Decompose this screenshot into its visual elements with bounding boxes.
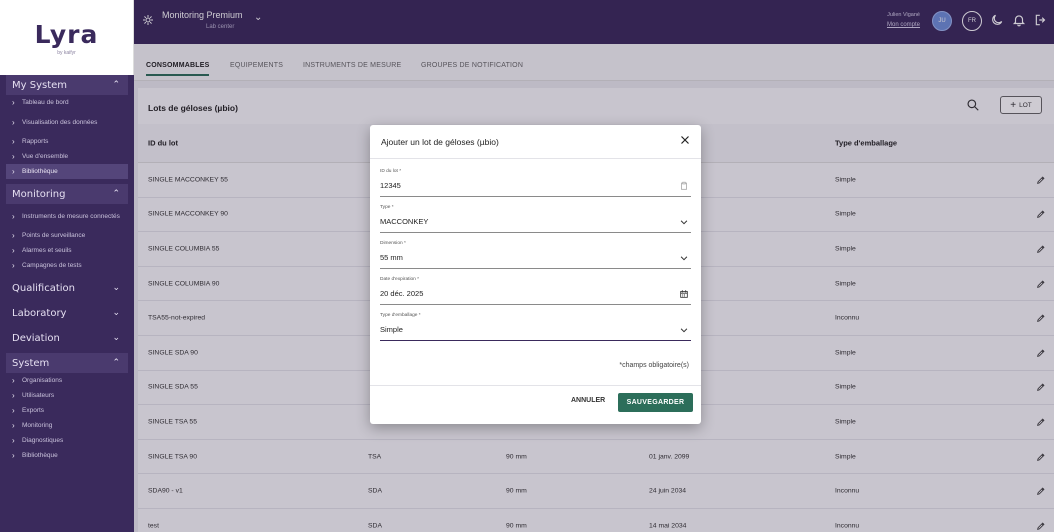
chevron-right-icon: › <box>12 98 15 107</box>
sidebar-item-label: Vue d'ensemble <box>22 153 69 160</box>
logo-subtitle: by kaifyr <box>57 49 76 56</box>
dialog-title: Ajouter un lot de géloses (µbio) <box>381 137 499 147</box>
chevron-right-icon: › <box>12 451 15 460</box>
add-lot-dialog: Ajouter un lot de géloses (µbio) ID du l… <box>370 125 701 424</box>
chevron-right-icon: › <box>12 406 15 415</box>
sidebar-section-3[interactable]: Laboratory ⌄ <box>6 303 128 323</box>
field-label: Type d'emballage * <box>380 313 421 318</box>
save-button[interactable]: SAUVEGARDER <box>618 393 693 412</box>
sidebar-item[interactable]: › Alarmes et seuils <box>6 243 128 258</box>
sidebar-section-label: Monitoring <box>12 188 66 200</box>
sidebar-section-label: My System <box>12 79 68 91</box>
field-label: Dimension * <box>380 241 406 246</box>
chevron-down-icon: ⌄ <box>112 333 120 343</box>
cancel-button[interactable]: ANNULER <box>571 397 605 404</box>
chevron-right-icon: › <box>12 376 15 385</box>
expiration-date-field[interactable]: Date d'expiration * 20 déc. 2025 <box>380 277 691 305</box>
chevron-right-icon: › <box>12 391 15 400</box>
field-value: 55 mm <box>380 253 403 262</box>
sidebar-item[interactable]: › Bibliothèque <box>6 164 128 179</box>
sidebar-item-label: Organisations <box>22 377 63 384</box>
sidebar-item-label: Alarmes et seuils <box>22 247 72 254</box>
sidebar-section-4[interactable]: Deviation ⌄ <box>6 328 128 348</box>
chevron-up-icon: ⌃ <box>112 189 120 199</box>
chevron-down-icon: ⌄ <box>112 283 120 293</box>
field-value: 20 déc. 2025 <box>380 289 424 298</box>
sidebar-nav: My System ⌃ › Tableau de bord › Visualisation… <box>0 75 134 468</box>
sidebar-item[interactable]: › Exports <box>6 403 128 418</box>
sidebar-item[interactable]: › Utilisateurs <box>6 388 128 403</box>
sidebar-item[interactable]: › Diagnostiques <box>6 433 128 448</box>
sidebar-section-label: Deviation <box>12 332 60 344</box>
chevron-right-icon: › <box>12 436 15 445</box>
sidebar-section-label: Laboratory <box>12 307 67 319</box>
sidebar-item-label: Diagnostiques <box>22 437 64 444</box>
chevron-up-icon: ⌃ <box>112 80 120 90</box>
sidebar-item[interactable]: › Campagnes de tests <box>6 258 128 273</box>
sidebar-item[interactable]: › Monitoring <box>6 418 128 433</box>
field-value: 12345 <box>380 181 401 190</box>
sidebar-item-label: Tableau de bord <box>22 99 69 106</box>
chevron-right-icon: › <box>12 211 15 221</box>
chevron-right-icon: › <box>12 117 15 127</box>
divider <box>370 385 701 386</box>
calendar-icon[interactable] <box>679 289 689 299</box>
sidebar-section-label: System <box>12 357 50 369</box>
field-value: Simple <box>380 325 403 334</box>
chevron-up-icon: ⌃ <box>112 358 120 368</box>
sidebar-item[interactable]: › Vue d'ensemble <box>6 149 128 164</box>
sidebar-section-5[interactable]: System ⌃ <box>6 353 128 373</box>
chevron-right-icon: › <box>12 421 15 430</box>
chevron-down-icon <box>680 220 688 225</box>
field-label: Date d'expiration * <box>380 277 420 282</box>
sidebar-item-label: Visualisation des données <box>22 118 98 126</box>
logo-text: Lyra <box>34 19 99 49</box>
chevron-down-icon <box>680 256 688 261</box>
sidebar-section-label: Qualification <box>12 282 75 294</box>
packaging-type-select[interactable]: Type d'emballage * Simple <box>380 313 691 341</box>
chevron-right-icon: › <box>12 137 15 146</box>
divider <box>370 158 701 159</box>
chevron-down-icon <box>680 328 688 333</box>
sidebar-item-label: Campagnes de tests <box>22 262 82 269</box>
sidebar-section-0[interactable]: My System ⌃ <box>6 75 128 95</box>
sidebar-item[interactable]: › Points de surveillance <box>6 228 128 243</box>
field-value: MACCONKEY <box>380 217 429 226</box>
sidebar-section-1[interactable]: Monitoring ⌃ <box>6 184 128 204</box>
sidebar-item-label: Points de surveillance <box>22 232 86 239</box>
sidebar: Lyra by kaifyr My System ⌃ › Tableau de bor… <box>0 0 134 532</box>
chevron-down-icon: ⌄ <box>112 308 120 318</box>
sidebar-item-label: Exports <box>22 407 45 414</box>
sidebar-item[interactable]: › Organisations <box>6 373 128 388</box>
type-select[interactable]: Type * MACCONKEY <box>380 205 691 233</box>
sidebar-item[interactable]: › Bibliothèque <box>6 448 128 463</box>
sidebar-item[interactable]: › Instruments de mesure connectés <box>6 204 128 228</box>
sidebar-item-label: Instruments de mesure connectés <box>22 212 120 220</box>
chevron-right-icon: › <box>12 261 15 270</box>
required-note: *champs obligatoire(s) <box>619 362 689 369</box>
logo[interactable]: Lyra by kaifyr <box>0 0 134 75</box>
close-icon[interactable] <box>679 134 691 146</box>
sidebar-item-label: Rapports <box>22 138 49 145</box>
sidebar-item-label: Monitoring <box>22 422 53 429</box>
sidebar-item-label: Utilisateurs <box>22 392 55 399</box>
chevron-right-icon: › <box>12 152 15 161</box>
chevron-right-icon: › <box>12 246 15 255</box>
clipboard-icon[interactable] <box>679 181 689 191</box>
field-label: Type * <box>380 205 394 210</box>
sidebar-item[interactable]: › Rapports <box>6 134 128 149</box>
chevron-right-icon: › <box>12 231 15 240</box>
sidebar-item-label: Bibliothèque <box>22 168 58 175</box>
sidebar-item[interactable]: › Tableau de bord <box>6 95 128 110</box>
sidebar-item[interactable]: › Visualisation des données <box>6 110 128 134</box>
sidebar-section-2[interactable]: Qualification ⌄ <box>6 278 128 298</box>
chevron-right-icon: › <box>12 167 15 176</box>
field-label: ID du lot * <box>380 169 402 174</box>
lot-id-field[interactable]: ID du lot * 12345 <box>380 169 691 197</box>
sidebar-item-label: Bibliothèque <box>22 452 58 459</box>
dimension-select[interactable]: Dimension * 55 mm <box>380 241 691 269</box>
